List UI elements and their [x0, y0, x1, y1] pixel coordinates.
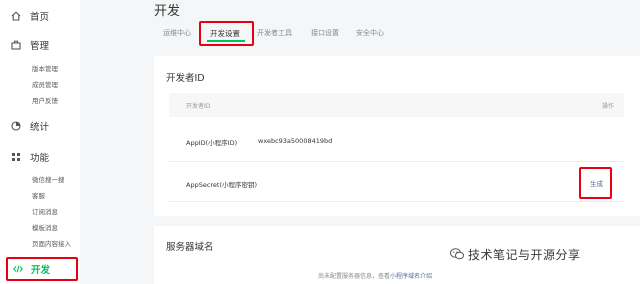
tab-ops-center[interactable]: 运维中心 [163, 28, 191, 38]
sidebar-item-stats[interactable]: 统计 [0, 115, 80, 137]
sidebar-item-page-content-access[interactable]: 页面内容接入 [32, 238, 71, 248]
domain-intro-link[interactable]: 小程序域名介绍 [390, 273, 432, 280]
sidebar-item-template-message[interactable]: 模板消息 [32, 222, 58, 232]
tab-security-center[interactable]: 安全中心 [356, 28, 384, 38]
server-domain-note: 尚未配置服务器信息，查看小程序域名介绍 [318, 271, 432, 280]
sidebar-item-features-label: 功能 [30, 153, 50, 164]
briefcase-icon [11, 40, 21, 50]
code-icon [13, 264, 23, 274]
sidebar: 首页 管理 版本管理 成员管理 用户反馈 统计 功能 微信搜一搜 客服 订阅消息… [0, 0, 80, 284]
tab-dev-tools[interactable]: 开发者工具 [257, 28, 292, 38]
row-divider [169, 161, 624, 162]
tab-api-settings[interactable]: 接口设置 [311, 28, 339, 38]
sidebar-item-member-management[interactable]: 成员管理 [32, 79, 58, 89]
sidebar-item-home-label: 首页 [30, 12, 50, 23]
server-domain-note-text: 尚未配置服务器信息，查看 [318, 273, 391, 280]
page-title: 开发 [154, 4, 181, 19]
sidebar-item-manage[interactable]: 管理 [0, 34, 80, 56]
tab-dev-settings[interactable]: 开发设置 [210, 28, 240, 39]
appsecret-label: AppSecret(小程序密钥) [186, 181, 258, 189]
active-tab-indicator [207, 40, 245, 42]
server-domain-title: 服务器域名 [166, 242, 214, 253]
appid-label: AppID(小程序ID) [186, 139, 238, 147]
column-header-action: 操作 [601, 103, 614, 110]
sidebar-item-version-management[interactable]: 版本管理 [32, 63, 58, 73]
row-divider [169, 201, 624, 202]
sidebar-item-develop-label: 开发 [31, 265, 51, 276]
sidebar-item-subscription-message[interactable]: 订阅消息 [32, 206, 58, 216]
sidebar-item-home[interactable]: 首页 [0, 5, 80, 27]
sidebar-item-customer-service[interactable]: 客服 [32, 190, 45, 200]
appid-value: wxebc93a50008419bd [258, 137, 333, 145]
sidebar-item-wechat-search[interactable]: 微信搜一搜 [32, 174, 65, 184]
watermark: 技术笔记与开源分享 [450, 245, 581, 263]
watermark-text: 技术笔记与开源分享 [468, 247, 581, 262]
pie-chart-icon [11, 121, 21, 131]
sidebar-item-user-feedback[interactable]: 用户反馈 [32, 95, 58, 105]
sidebar-item-develop[interactable]: 开发 [6, 257, 78, 281]
sidebar-item-manage-label: 管理 [30, 41, 50, 52]
main-content: 开发 运维中心 开发设置 开发者工具 接口设置 安全中心 开发者ID 开发者ID… [80, 0, 640, 284]
developer-id-title: 开发者ID [166, 73, 205, 84]
home-icon [11, 11, 21, 21]
developer-id-card [154, 56, 640, 216]
column-header-developer-id: 开发者ID [186, 103, 211, 110]
sidebar-item-features[interactable]: 功能 [0, 146, 80, 168]
wechat-icon [450, 248, 464, 260]
table-header: 开发者ID 操作 [169, 93, 624, 117]
sidebar-item-stats-label: 统计 [30, 122, 50, 133]
grid-icon [11, 152, 21, 162]
generate-button[interactable]: 生成 [590, 178, 603, 188]
